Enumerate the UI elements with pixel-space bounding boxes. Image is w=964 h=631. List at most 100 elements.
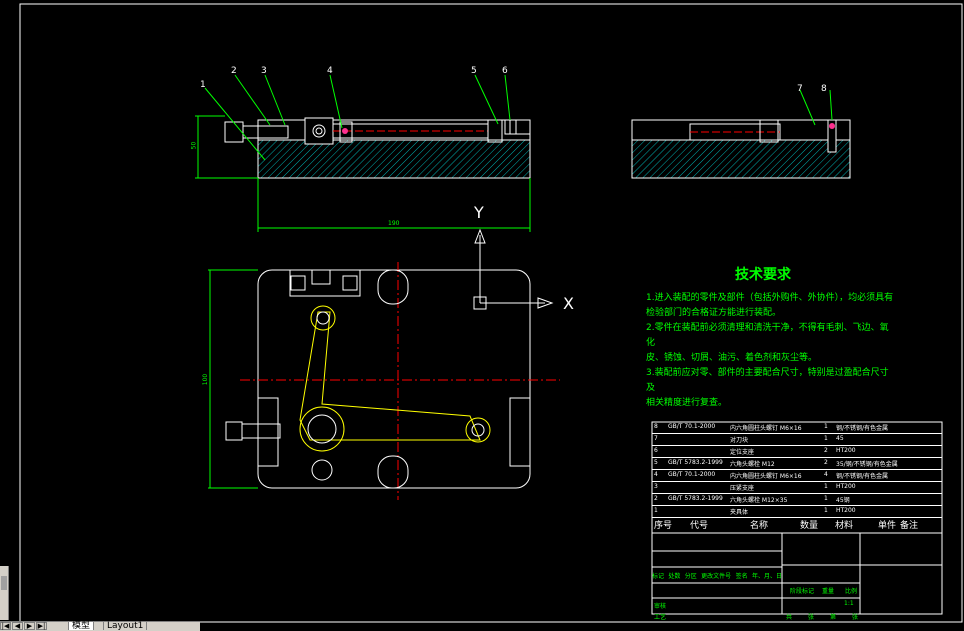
bom-row: 4 GB/T 70.1-2000 内六角圆柱头螺钉 M6×16 4 钢/不锈钢/有色金属: [652, 470, 942, 482]
tech-line: 2.零件在装配前必须清理和清洗干净，不得有毛刺、飞边、氧化: [646, 323, 889, 348]
tb-scale: 比例: [845, 588, 858, 595]
dim-height: 50: [190, 141, 198, 150]
bom-row: 6 定位支座 2 HT200: [652, 446, 942, 458]
bom-header-note: 备注: [900, 521, 919, 531]
tab-next-icon[interactable]: ▶: [24, 622, 35, 630]
bom-cell-name: 夹具体: [730, 509, 749, 516]
tb-approve: 审核: [654, 603, 667, 610]
balloon-5: 5: [471, 66, 477, 76]
tech-line: 检验部门的合格证方能进行装配。: [646, 308, 782, 318]
balloon-7: 7: [797, 84, 803, 94]
bom-cell-name: 内六角圆柱头螺钉 M6×16: [730, 473, 802, 480]
bom-cell-qty: 4: [824, 471, 828, 478]
bom-row: 1 夹具体 1 HT200: [652, 506, 942, 518]
tb-sheet-c: 第: [829, 614, 836, 621]
tech-line: 3.装配前应对零、部件的主要配合尺寸，特别是过盈配合尺寸及: [646, 368, 889, 393]
bom-cell-mat: HT200: [836, 447, 856, 454]
bom-header-single: 单件: [878, 521, 897, 531]
vertical-scrollbar[interactable]: [0, 566, 9, 620]
tab-first-icon[interactable]: |◀: [0, 622, 11, 630]
title-block-labels: 标记 处数 分区 更改文件号 签名 年、月、日: [652, 571, 782, 580]
bom-row: 3 压紧支座 1 HT200: [652, 482, 942, 494]
tb-label: 更改文件号: [701, 573, 732, 580]
bom-row: 8 GB/T 70.1-2000 内六角圆柱头螺钉 M6×16 1 钢/不锈钢/有色金属: [652, 422, 942, 434]
tb-process: 工艺: [654, 614, 667, 621]
balloon-1: 1: [200, 80, 206, 90]
tb-scale-value: 1:1: [844, 600, 854, 607]
bom-cell-code: GB/T 5783.2-1999: [668, 459, 723, 466]
tb-sheet-b: 张: [807, 614, 814, 621]
dim-width: 190: [388, 220, 400, 227]
bom-cell-code: GB/T 70.1-2000: [668, 471, 716, 478]
bom-header-qty: 数量: [800, 521, 819, 531]
tb-sheet: 共 张 第 张: [786, 612, 858, 621]
bom-header-no: 序号: [654, 521, 673, 531]
bom-cell-no: 8: [654, 423, 658, 430]
base-section: [257, 139, 531, 179]
tech-line: 皮、锈蚀、切屑、油污、着色剂和灰尘等。: [646, 353, 818, 363]
drawing-canvas[interactable]: 技术要求 1.进入装配的零件及部件（包括外购件、外协件），均必须具有 检验部门的…: [0, 0, 964, 630]
bom-cell-no: 4: [654, 471, 658, 478]
balloon-6: 6: [502, 66, 508, 76]
tb-label: 处数: [668, 573, 681, 580]
bom-cell-name: 内六角圆柱头螺钉 M6×16: [730, 425, 802, 432]
bom-cell-no: 6: [654, 447, 658, 454]
bom-cell-name: 定位支座: [730, 449, 755, 456]
bom-cell-mat: HT200: [836, 483, 856, 490]
tech-requirements: 1.进入装配的零件及部件（包括外购件、外协件），均必须具有 检验部门的合格证方能…: [646, 291, 896, 411]
bom-header-name: 名称: [750, 521, 769, 531]
balloon-2: 2: [231, 66, 237, 76]
top-view: [208, 262, 560, 500]
tb-sheet-a: 共: [786, 614, 793, 621]
bom-cell-mat: 35/钢/不锈钢/有色金属: [836, 461, 898, 468]
tab-model[interactable]: 模型: [68, 621, 95, 631]
bom-cell-qty: 2: [824, 459, 828, 466]
tb-weight: 重量: [822, 588, 835, 595]
bom-row: 5 GB/T 5783.2-1999 六角头螺栓 M12 2 35/钢/不锈钢/有色金属: [652, 458, 942, 470]
bom-cell-qty: 1: [824, 495, 828, 502]
bom-cell-qty: 1: [824, 423, 828, 430]
tab-layout1[interactable]: Layout1: [103, 621, 148, 631]
bom-cell-mat: 钢/不锈钢/有色金属: [836, 473, 889, 480]
ucs-y-label: Y: [474, 203, 484, 222]
tech-line: 相关精度进行复查。: [646, 398, 728, 408]
side-view: [631, 89, 851, 179]
bom-cell-name: 六角头螺栓 M12: [730, 461, 775, 468]
tb-label: 年、月、日: [751, 573, 782, 580]
tab-last-icon[interactable]: ▶|: [36, 622, 47, 630]
tb-sheet-d: 张: [851, 614, 858, 621]
bom-header-mat: 材料: [835, 521, 854, 531]
bom-cell-no: 3: [654, 483, 658, 490]
bom-cell-qty: 1: [824, 435, 828, 442]
ucs-x-label: X: [563, 294, 574, 313]
bom-cell-name: 六角头螺栓 M12×35: [730, 497, 788, 504]
bom-header-code: 代号: [690, 521, 709, 531]
bom-cell-name: 压紧支座: [730, 485, 755, 492]
tb-label: 分区: [684, 573, 697, 580]
bom-cell-mat: 45: [836, 435, 844, 442]
tb-stage-mark: 阶段标记: [790, 588, 815, 595]
tb-label: 签名: [735, 573, 748, 580]
bom-cell-no: 5: [654, 459, 658, 466]
bom-cell-no: 2: [654, 495, 658, 502]
bom-row: 2 GB/T 5783.2-1999 六角头螺栓 M12×35 1 45钢: [652, 494, 942, 506]
tech-title: 技术要求: [735, 267, 791, 283]
bom-cell-no: 7: [654, 435, 658, 442]
bom-row: 7 对刀块 1 45: [652, 434, 942, 446]
bom-cell-mat: 钢/不锈钢/有色金属: [836, 425, 889, 432]
bom-cell-mat: 45钢: [836, 497, 850, 504]
tb-label: 标记: [652, 573, 665, 580]
bom-cell-qty: 1: [824, 483, 828, 490]
dim-length: 100: [202, 373, 210, 386]
tech-line: 1.进入装配的零件及部件（包括外购件、外协件），均必须具有: [646, 293, 894, 303]
bom-cell-mat: HT200: [836, 507, 856, 514]
scrollbar-thumb[interactable]: [1, 576, 7, 590]
balloon-4: 4: [327, 66, 333, 76]
bom-cell-no: 1: [654, 507, 658, 514]
tab-prev-icon[interactable]: ◀: [12, 622, 23, 630]
balloon-8: 8: [821, 84, 827, 94]
bom-cell-qty: 2: [824, 447, 828, 454]
bom-cell-name: 对刀块: [730, 437, 749, 444]
bom-cell-code: GB/T 70.1-2000: [668, 423, 716, 430]
bom-cell-qty: 1: [824, 507, 828, 514]
